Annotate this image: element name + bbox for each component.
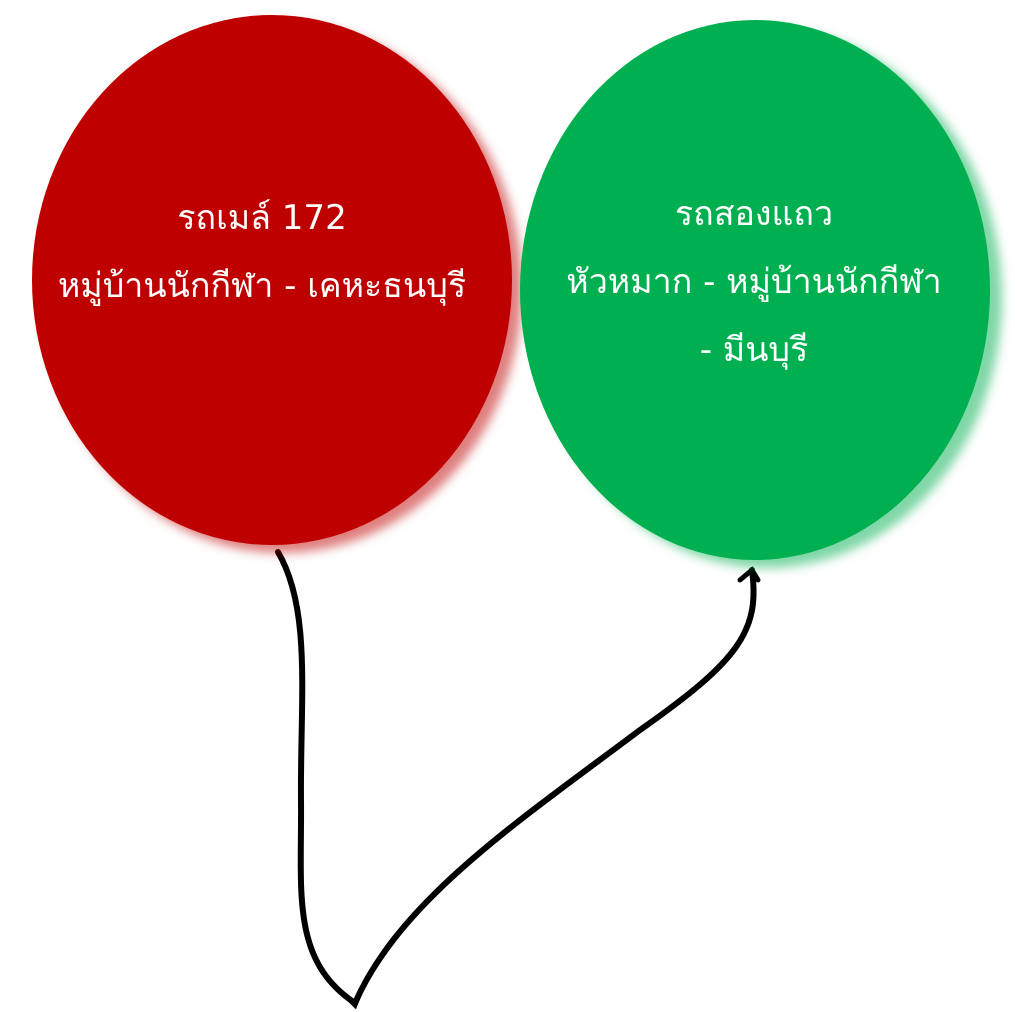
red-balloon-string: [275, 549, 358, 1006]
green-balloon-line-3: - มีนบุรี: [699, 330, 809, 370]
diagram-canvas: รถเมล์ 172 หมู่บ้านนักกีฬา - เคหะธนบุรี …: [0, 0, 1015, 1012]
red-balloon-line-2: หมู่บ้านนักกีฬา - เคหะธนบุรี: [57, 266, 467, 306]
green-balloon-string: [352, 567, 757, 1006]
red-balloon-line-1: รถเมล์ 172: [177, 198, 347, 238]
green-balloon-line-2: หัวหมาก - หมู่บ้านนักกีฬา: [566, 262, 942, 302]
green-balloon-label: รถสองแถว หัวหมาก - หมู่บ้านนักกีฬา - มีน…: [524, 180, 984, 384]
green-balloon-line-1: รถสองแถว: [674, 194, 834, 234]
strings-join-knot: [342, 990, 363, 1010]
red-balloon-label: รถเมล์ 172 หมู่บ้านนักกีฬา - เคหะธนบุรี: [22, 184, 502, 320]
green-string-knot: [737, 566, 761, 583]
